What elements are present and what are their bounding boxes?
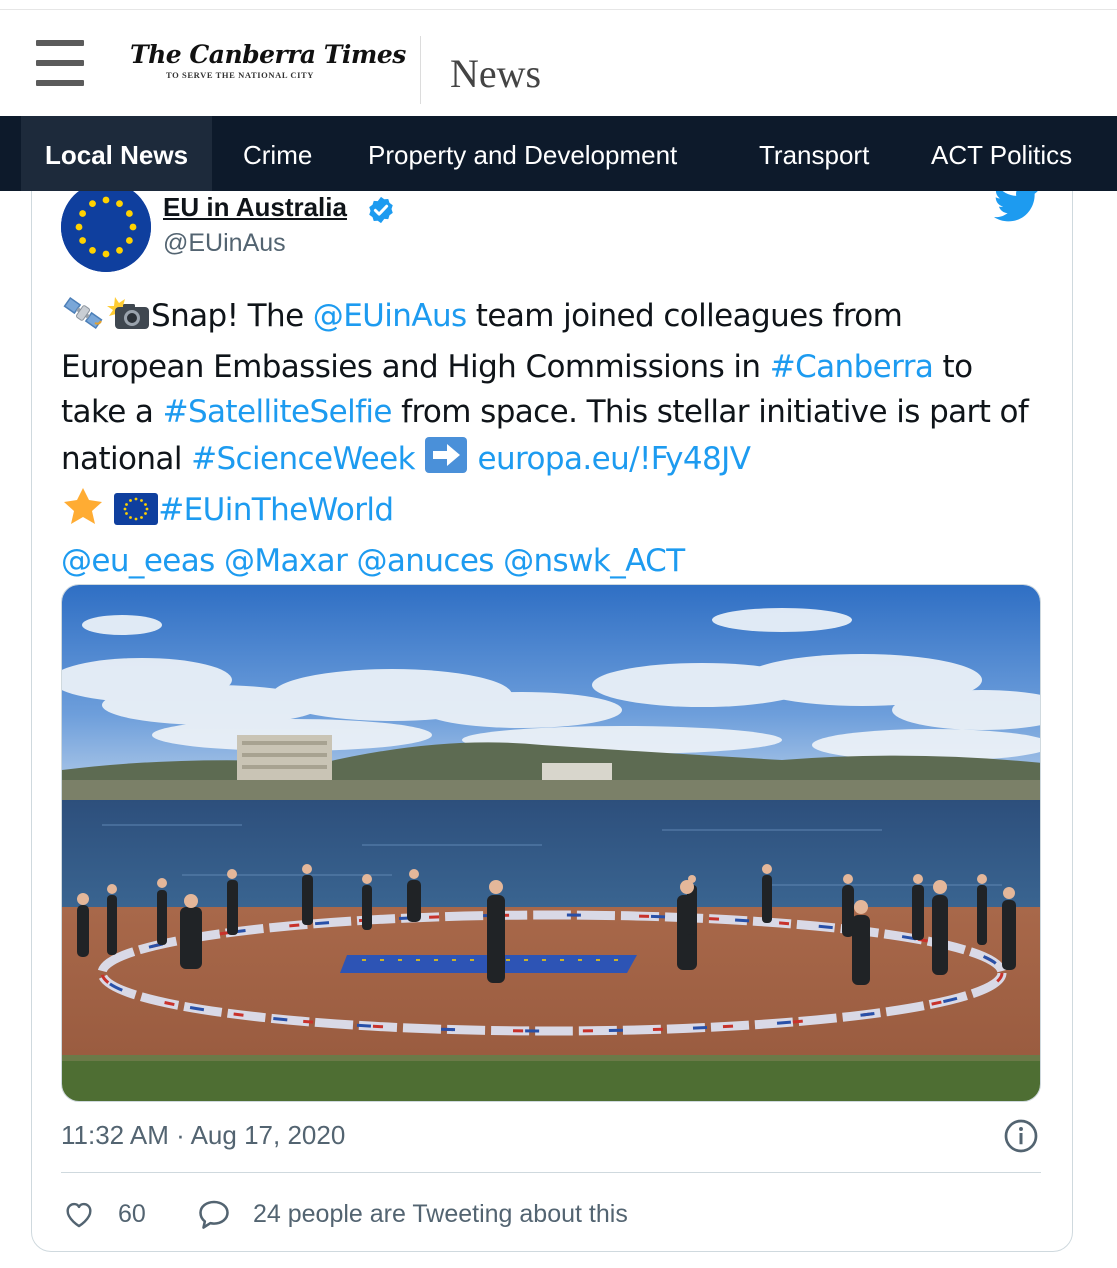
eu-star <box>102 196 110 204</box>
tweet-text: Snap! The @EUinAus team joined colleague… <box>61 294 1036 585</box>
nav-item-transport[interactable]: Transport <box>759 116 869 191</box>
info-icon[interactable] <box>1003 1118 1039 1154</box>
like-count[interactable]: 60 <box>118 1200 146 1229</box>
hashtag-euintheworld[interactable]: #EUinTheWorld <box>158 492 394 528</box>
tweeting-about-link[interactable]: 24 people are Tweeting about this <box>253 1200 628 1229</box>
camera-flash-emoji <box>105 295 151 345</box>
tweet-photo[interactable] <box>61 584 1041 1102</box>
eu-star <box>102 250 110 258</box>
hashtag-scienceweek[interactable]: #ScienceWeek <box>191 441 415 477</box>
header-divider <box>420 36 421 104</box>
tweet-divider <box>61 1172 1041 1173</box>
eu-flag-emoji <box>114 493 159 539</box>
eu-flag-icon <box>61 182 151 272</box>
hashtag-canberra[interactable]: #Canberra <box>770 349 934 385</box>
eu-star <box>129 223 137 231</box>
eu-star <box>116 246 123 254</box>
eu-star <box>116 200 123 208</box>
eu-star <box>75 223 83 231</box>
logo-tagline: TO SERVE THE NATIONAL CITY <box>166 70 315 80</box>
eu-star <box>125 210 133 217</box>
mention-nswk-act[interactable]: @nswk_ACT <box>503 543 685 579</box>
eu-star <box>79 210 87 217</box>
eu-star <box>79 237 87 244</box>
site-header: The Canberra Times TO SERVE THE NATIONAL… <box>0 10 1117 116</box>
heart-icon[interactable] <box>62 1197 96 1231</box>
tweet-link[interactable]: europa.eu/!Fy48JV <box>478 441 751 477</box>
site-logo[interactable]: The Canberra Times TO SERVE THE NATIONAL… <box>130 40 406 86</box>
hashtag-satelliteselfie[interactable]: #SatelliteSelfie <box>163 394 393 430</box>
nav-item-local-news[interactable]: Local News <box>21 116 213 191</box>
speech-bubble-icon[interactable] <box>196 1196 232 1232</box>
author-name[interactable]: EU in Australia <box>163 192 347 223</box>
author-handle[interactable]: @EUinAus <box>163 229 286 258</box>
eu-star <box>89 200 96 208</box>
nav-item-property[interactable]: Property and Development <box>368 116 677 191</box>
lake-photo-image <box>62 585 1040 1101</box>
mention-anuces[interactable]: @anuces <box>356 543 494 579</box>
top-border <box>0 0 1117 10</box>
star-emoji <box>61 487 105 539</box>
nav-item-crime[interactable]: Crime <box>243 116 312 191</box>
tweet-timestamp[interactable]: 11:32 AM · Aug 17, 2020 <box>61 1120 345 1151</box>
verified-badge-icon <box>369 196 393 224</box>
eu-star <box>89 246 96 254</box>
satellite-emoji <box>61 295 105 345</box>
mention-eu-eeas[interactable]: @eu_eeas <box>61 543 215 579</box>
section-nav: Local News Crime Property and Developmen… <box>0 116 1117 191</box>
section-title[interactable]: News <box>450 50 541 98</box>
nav-item-act-politics[interactable]: ACT Politics <box>931 116 1072 191</box>
author-avatar[interactable] <box>61 182 151 272</box>
eu-star <box>125 237 133 244</box>
right-arrow-emoji <box>424 436 468 488</box>
logo-text: The Canberra Times <box>130 40 406 69</box>
mention-maxar[interactable]: @Maxar <box>224 543 348 579</box>
mention-euinaus[interactable]: @EUinAus <box>313 298 467 334</box>
hamburger-icon[interactable] <box>36 40 84 86</box>
